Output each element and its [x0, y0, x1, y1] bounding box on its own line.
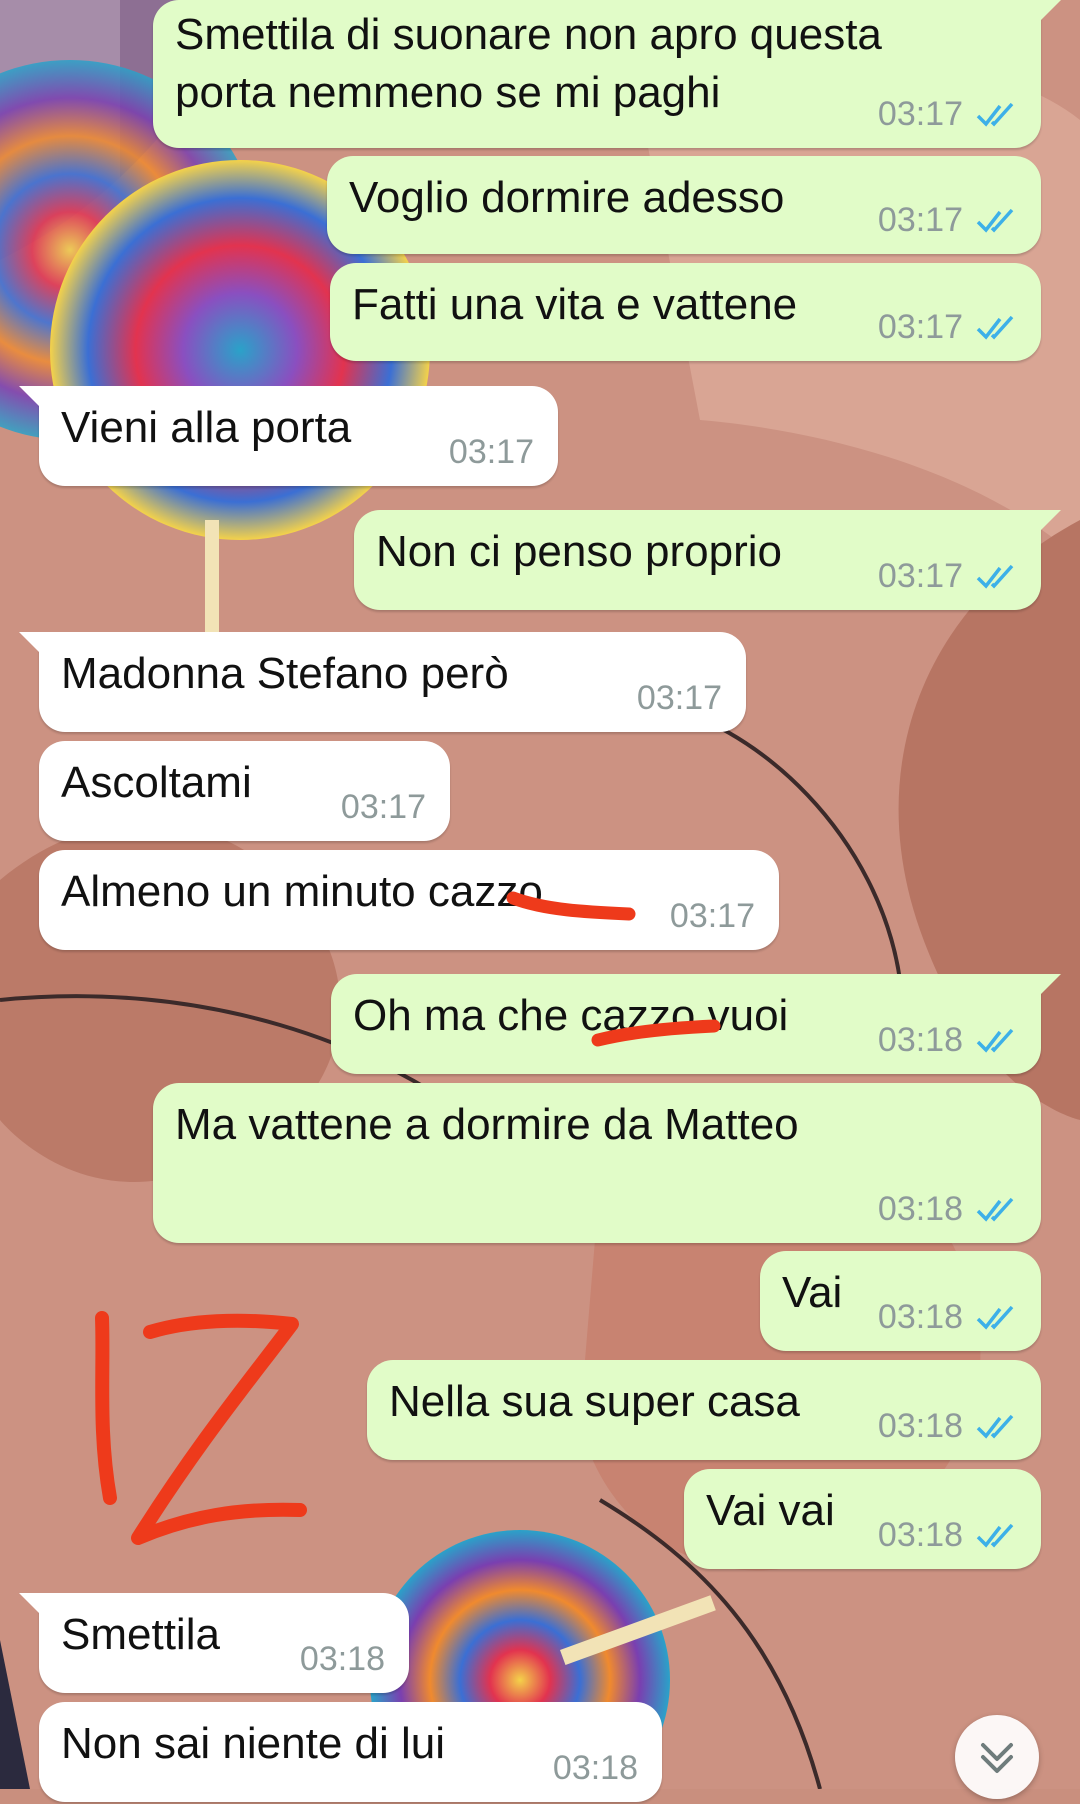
- message-time: 03:18: [877, 1021, 963, 1059]
- message-bubble-outgoing[interactable]: Fatti una vita e vattene 03:17: [330, 263, 1041, 361]
- message-text: Fatti una vita e vattene: [352, 280, 798, 329]
- message-text: Almeno un minuto cazzo: [61, 867, 543, 916]
- message-time: 03:18: [299, 1640, 385, 1678]
- message-time: 03:18: [552, 1749, 638, 1787]
- double-check-read-icon: [976, 315, 1014, 340]
- double-check-read-icon: [976, 208, 1014, 233]
- message-bubble-outgoing[interactable]: Non ci penso proprio 03:17: [354, 510, 1061, 610]
- handwritten-number-annotation: [95, 1311, 307, 1545]
- message-time: 03:17: [877, 308, 963, 346]
- message-text: Ascoltami: [61, 758, 252, 807]
- message-bubble-incoming[interactable]: Non sai niente di lui 03:18: [39, 1702, 662, 1802]
- message-bubble-incoming[interactable]: Madonna Stefano però 03:17: [19, 632, 746, 732]
- double-check-read-icon: [976, 1197, 1014, 1222]
- message-time: 03:17: [877, 557, 963, 595]
- scroll-to-bottom-button[interactable]: [955, 1715, 1039, 1799]
- message-time: 03:18: [877, 1516, 963, 1554]
- message-text: Madonna Stefano però: [61, 649, 509, 698]
- message-time: 03:17: [877, 201, 963, 239]
- message-bubble-outgoing[interactable]: Smettila di suonare non apro questa port…: [153, 0, 1061, 148]
- message-bubble-incoming[interactable]: Almeno un minuto cazzo 03:17: [39, 850, 779, 950]
- message-time: 03:18: [877, 1407, 963, 1445]
- message-text: Vai vai: [706, 1486, 835, 1535]
- message-bubble-outgoing[interactable]: Voglio dormire adesso 03:17: [327, 156, 1041, 254]
- double-check-read-icon: [976, 1305, 1014, 1330]
- message-text: Nella sua super casa: [389, 1377, 800, 1426]
- double-check-read-icon: [976, 564, 1014, 589]
- message-time: 03:17: [636, 679, 722, 717]
- message-bubble-outgoing[interactable]: Nella sua super casa 03:18: [367, 1360, 1041, 1460]
- message-text: Ma vattene a dormire da Matteo: [175, 1100, 799, 1149]
- double-check-read-icon: [976, 1523, 1014, 1548]
- message-time: 03:18: [877, 1190, 963, 1228]
- message-bubble-outgoing[interactable]: Oh ma che cazzo vuoi 03:18: [331, 974, 1061, 1074]
- message-text: Smettila: [61, 1610, 220, 1659]
- double-check-read-icon: [976, 1028, 1014, 1053]
- message-text: Vieni alla porta: [61, 403, 352, 452]
- message-text: Smettila di suonare non apro questa port…: [175, 10, 882, 117]
- message-bubble-outgoing[interactable]: Vai 03:18: [760, 1251, 1041, 1351]
- message-text: Voglio dormire adesso: [349, 173, 785, 222]
- message-bubble-incoming[interactable]: Smettila 03:18: [19, 1593, 409, 1693]
- chevron-double-down-icon: [981, 1743, 1013, 1773]
- message-text: Non sai niente di lui: [61, 1719, 446, 1768]
- message-text: Vai: [782, 1268, 843, 1317]
- double-check-read-icon: [976, 1414, 1014, 1439]
- message-bubble-outgoing[interactable]: Vai vai 03:18: [684, 1469, 1041, 1569]
- message-bubble-incoming[interactable]: Vieni alla porta 03:17: [19, 386, 558, 486]
- message-time: 03:17: [669, 897, 755, 935]
- message-time: 03:17: [877, 95, 963, 133]
- message-text: Oh ma che cazzo vuoi: [353, 991, 789, 1040]
- message-bubble-incoming[interactable]: Ascoltami 03:17: [39, 741, 450, 841]
- message-time: 03:17: [340, 788, 426, 826]
- message-bubble-outgoing[interactable]: Ma vattene a dormire da Matteo 03:18: [153, 1083, 1041, 1243]
- double-check-read-icon: [976, 102, 1014, 127]
- message-text: Non ci penso proprio: [376, 527, 783, 576]
- message-time: 03:17: [448, 433, 534, 471]
- message-time: 03:18: [877, 1298, 963, 1336]
